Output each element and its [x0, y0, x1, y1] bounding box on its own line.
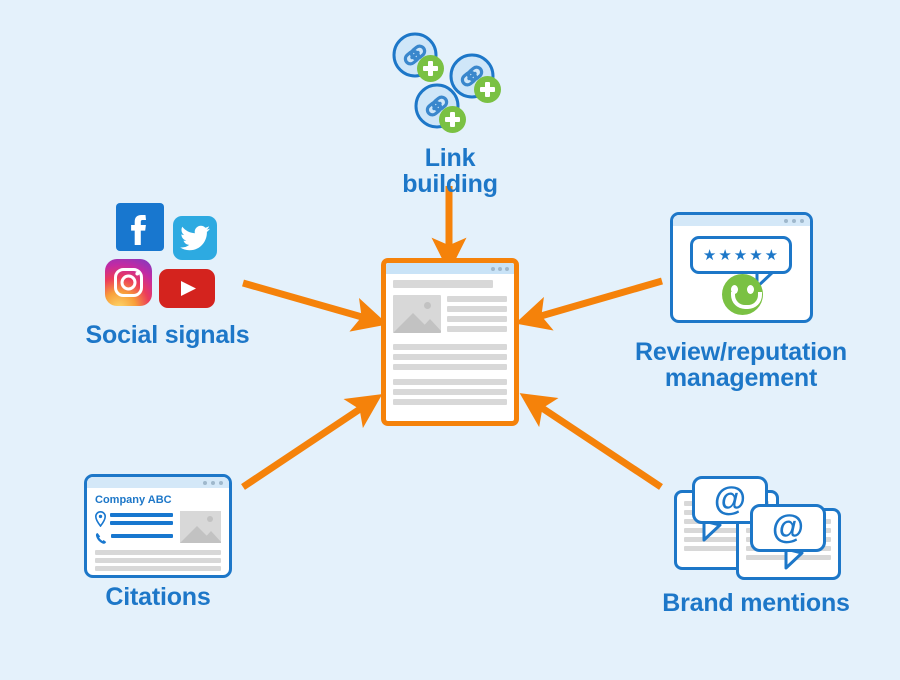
text-line: [447, 296, 507, 302]
window-titlebar: [87, 477, 229, 488]
sun-shape: [424, 302, 431, 309]
website-page: [381, 258, 519, 426]
node-social-signals: Social signals: [85, 203, 250, 348]
address-field: [95, 511, 173, 529]
text-line: [95, 550, 221, 555]
page-paragraph: [393, 344, 507, 370]
text-line: [447, 306, 507, 312]
citation-fields: [95, 511, 173, 548]
citation-content: Company ABC: [87, 488, 229, 548]
node-review-reputation: ★ ★ ★ ★ ★ Review/reputation management: [626, 212, 856, 392]
image-placeholder-icon: [180, 511, 221, 543]
link-plus-icon: [391, 31, 444, 82]
youtube-icon: [159, 269, 215, 308]
at-symbol: @: [771, 508, 805, 545]
citation-detail-row: [95, 511, 221, 548]
star-icon: ★: [764, 246, 779, 264]
text-line: [393, 379, 507, 385]
text-line: [393, 389, 507, 395]
titlebar-dot: [219, 480, 223, 485]
citation-footer-lines: [87, 548, 229, 571]
node-link-building: Link building: [380, 28, 520, 198]
review-icons: ★ ★ ★ ★ ★: [626, 212, 856, 334]
info-line: [110, 513, 173, 517]
node-label-social-signals: Social signals: [85, 321, 250, 349]
mention-bubble-icon: @: [750, 504, 826, 552]
image-placeholder-icon: [393, 295, 441, 333]
star-icon: ★: [733, 246, 748, 264]
arrow-brand-mentions-to-page: [519, 393, 663, 490]
text-line: [447, 316, 507, 322]
plus-badge-icon: [439, 106, 466, 133]
link-building-icons: [380, 28, 520, 143]
plus-bar: [485, 82, 490, 97]
star-icon: ★: [749, 246, 763, 264]
phone-lines: [111, 532, 173, 542]
node-label-link-building: Link building: [402, 144, 498, 199]
company-name: Company ABC: [95, 494, 172, 506]
titlebar-dot: [203, 480, 207, 485]
plus-bar: [450, 112, 455, 127]
star-rating-bubble: ★ ★ ★ ★ ★: [689, 236, 792, 274]
titlebar-dot: [211, 480, 215, 485]
phone-icon: [95, 533, 107, 544]
node-citations: Company ABC Citations: [84, 474, 232, 610]
text-line: [393, 399, 507, 405]
facebook-icon: [116, 203, 164, 251]
plus-bar: [428, 61, 433, 76]
page-body: [386, 274, 514, 405]
location-pin-icon: [95, 511, 106, 527]
diagram-canvas: Link building Social signals ★ ★ ★ ★ ★ R…: [0, 0, 900, 680]
node-label-brand-mentions: Brand mentions: [662, 589, 850, 617]
brand-mention-icons: @ @: [660, 472, 852, 582]
page-titlebar: [386, 263, 514, 274]
instagram-icon: [105, 259, 152, 306]
smiley-face-icon: [721, 274, 763, 315]
link-plus-icon: [413, 82, 466, 133]
phone-field: [95, 532, 173, 545]
page-image-row: [393, 295, 507, 336]
plus-badge-icon: [417, 55, 444, 82]
titlebar-dots: [203, 480, 223, 485]
info-line: [110, 521, 173, 525]
node-label-citations: Citations: [105, 583, 211, 611]
text-line: [447, 326, 507, 332]
star-icon: ★: [702, 246, 717, 264]
social-icons: [85, 203, 250, 318]
plus-badge-icon: [474, 76, 501, 103]
text-line: [393, 354, 507, 360]
titlebar-dot: [505, 266, 509, 271]
mountain-shape: [200, 531, 221, 543]
text-line: [393, 344, 507, 350]
at-symbol: @: [713, 480, 747, 517]
info-line: [111, 534, 173, 538]
node-brand-mentions: @ @ Brand mentions: [660, 472, 852, 616]
review-window-icon: ★ ★ ★ ★ ★: [669, 212, 813, 323]
arrow-social-signals-to-page: [242, 279, 388, 332]
titlebar-dot: [498, 266, 502, 271]
node-label-review-reputation: Review/reputation management: [635, 338, 847, 393]
star-icon: ★: [718, 246, 732, 264]
address-lines: [110, 511, 173, 529]
citation-window-icon: Company ABC: [84, 474, 232, 578]
arrow-citations-to-page: [241, 394, 383, 490]
page-paragraph: [393, 379, 507, 405]
text-line: [95, 558, 221, 563]
titlebar-dots: [491, 266, 509, 271]
page-heading-bar: [393, 280, 494, 288]
smiley-mouth: [730, 292, 762, 309]
twitter-icon: [173, 216, 217, 260]
mountain-shape: [417, 319, 441, 333]
text-line: [95, 566, 221, 571]
page-text-lines: [447, 295, 507, 336]
text-line: [393, 364, 507, 370]
titlebar-dot: [491, 266, 495, 271]
sun-shape: [207, 516, 213, 522]
